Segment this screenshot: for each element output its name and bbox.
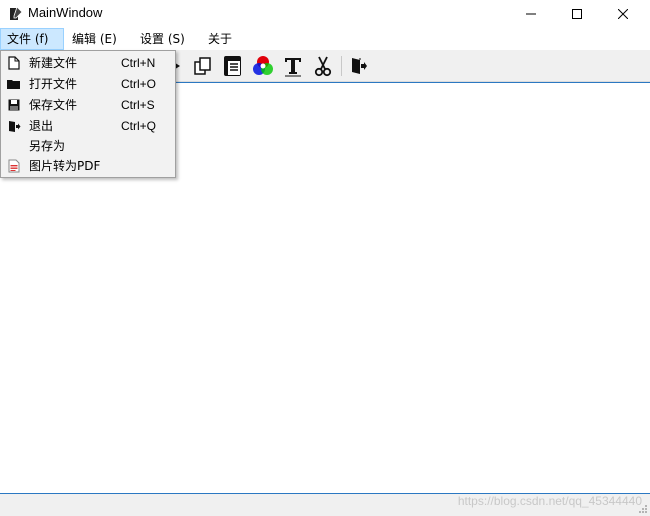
close-icon	[618, 9, 628, 19]
resize-grip-icon[interactable]	[638, 504, 648, 514]
minimize-button[interactable]	[508, 0, 554, 28]
menu-item-label: 保存文件	[29, 98, 78, 112]
copy-button[interactable]	[190, 53, 216, 79]
menu-item-shortcut: Ctrl+O	[121, 77, 157, 91]
exit-icon	[6, 118, 22, 134]
menu-item-open-file[interactable]: 打开文件 Ctrl+O	[2, 74, 174, 94]
menu-edit[interactable]: 编辑 (E)	[66, 28, 123, 50]
exit-button[interactable]	[346, 53, 372, 79]
app-icon	[7, 6, 23, 22]
title-bar: MainWindow	[0, 0, 650, 28]
toolbar-separator	[341, 56, 342, 76]
cut-button[interactable]	[310, 53, 336, 79]
paste-icon	[224, 56, 241, 76]
menu-item-save-as[interactable]: 另存为	[2, 136, 174, 156]
menu-item-label: 另存为	[29, 139, 66, 153]
maximize-icon	[572, 9, 582, 19]
menu-item-shortcut: Ctrl+Q	[121, 119, 157, 133]
paste-button[interactable]	[220, 53, 246, 79]
menu-item-new-file[interactable]: 新建文件 Ctrl+N	[2, 53, 174, 73]
file-dropdown-menu: 新建文件 Ctrl+N 打开文件 Ctrl+O 保存文件 Ctrl+S 退出 C…	[0, 50, 176, 178]
save-icon	[6, 97, 22, 113]
close-button[interactable]	[600, 0, 646, 28]
status-bar: https://blog.csdn.net/qq_45344440	[0, 494, 650, 516]
menu-file[interactable]: 文件 (f)	[0, 28, 64, 50]
watermark: https://blog.csdn.net/qq_45344440	[457, 494, 642, 508]
menu-item-label: 新建文件	[29, 56, 78, 70]
window-title: MainWindow	[28, 5, 103, 20]
menu-bar: 文件 (f) 编辑 (E) 设置 (S) 关于	[0, 28, 650, 50]
folder-open-icon	[6, 76, 22, 92]
cut-icon	[314, 56, 332, 77]
menu-item-exit[interactable]: 退出 Ctrl+Q	[2, 116, 174, 136]
minimize-icon	[526, 13, 536, 15]
menu-settings[interactable]: 设置 (S)	[134, 28, 191, 50]
menu-item-label: 图片转为PDF	[29, 159, 101, 173]
menu-item-shortcut: Ctrl+S	[121, 98, 155, 112]
font-button[interactable]	[280, 53, 306, 79]
copy-icon	[194, 57, 211, 75]
new-file-icon	[6, 55, 22, 71]
color-button[interactable]	[250, 53, 276, 79]
menu-item-label: 退出	[29, 119, 54, 133]
menu-item-shortcut: Ctrl+N	[121, 56, 156, 70]
menu-item-label: 打开文件	[29, 77, 78, 91]
maximize-button[interactable]	[554, 0, 600, 28]
menu-about[interactable]: 关于	[202, 28, 238, 50]
menu-item-save-file[interactable]: 保存文件 Ctrl+S	[2, 95, 174, 115]
exit-icon	[352, 58, 367, 74]
menu-item-image-to-pdf[interactable]: 图片转为PDF	[2, 156, 174, 176]
font-icon	[285, 58, 301, 77]
color-icon	[253, 56, 273, 75]
pdf-icon	[6, 158, 22, 174]
